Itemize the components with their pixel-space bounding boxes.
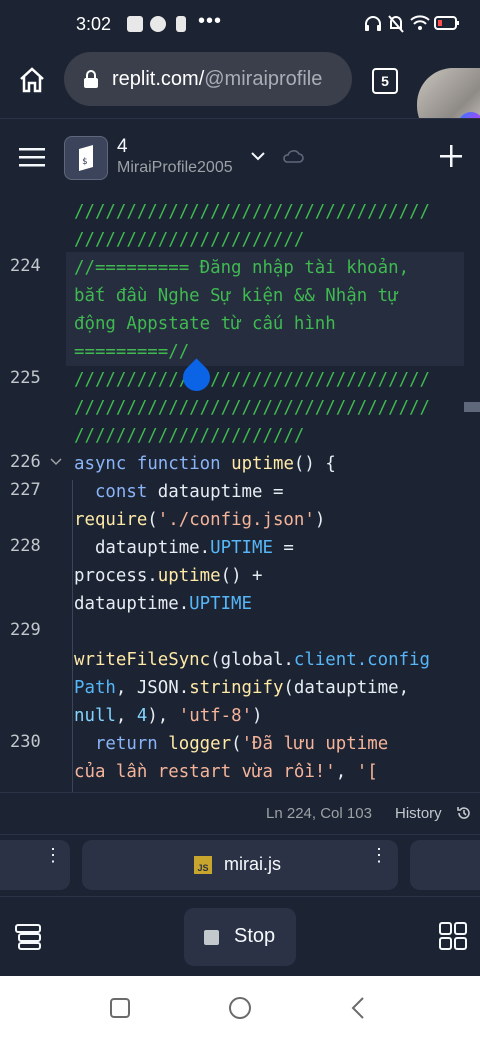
code-line: null, 4), 'utf-8'): [74, 706, 263, 726]
file-tab-label: mirai.js: [224, 854, 281, 874]
cloud-icon: [283, 150, 304, 163]
stop-icon: [204, 930, 219, 945]
editor-status-line: Ln 224, Col 103 History: [0, 792, 480, 835]
code-line: datauptime.UPTIME =: [94, 538, 294, 558]
messenger-notification-icon: [150, 16, 166, 32]
url-text[interactable]: replit.com/@miraiprofile: [112, 68, 344, 91]
line-number: 229: [10, 620, 41, 640]
code-line: process.uptime() +: [74, 566, 263, 586]
chevron-down-icon[interactable]: [251, 151, 265, 161]
code-line: //////////////////////////////////: [74, 398, 430, 418]
code-line: writeFileSync(global.client.config: [74, 650, 431, 670]
cursor-position: Ln 224, Col 103: [266, 805, 372, 822]
stop-button[interactable]: Stop: [184, 908, 296, 966]
repl-name[interactable]: 4: [117, 136, 128, 158]
tab-switcher-button[interactable]: 5: [372, 68, 398, 94]
home-nav-icon[interactable]: [228, 996, 252, 1020]
workspace-panes-icon[interactable]: [14, 923, 42, 951]
system-nav-bar: [0, 976, 480, 1040]
file-tab[interactable]: ⋮: [0, 840, 70, 890]
repl-owner[interactable]: MiraiProfile2005: [117, 159, 233, 177]
url-path: @miraiprofile: [204, 68, 323, 90]
tools-grid-icon[interactable]: [438, 921, 468, 951]
line-number: 228: [10, 536, 41, 556]
tab-menu-icon[interactable]: ⋮: [370, 846, 388, 864]
muted-bell-icon: [388, 15, 404, 33]
back-icon[interactable]: [350, 996, 366, 1020]
line-number: 227: [10, 480, 41, 500]
tab-count: 5: [381, 73, 389, 89]
code-line: //////////////////////////////////: [74, 202, 430, 222]
indent-guide: [72, 480, 73, 792]
svg-text:$: $: [82, 157, 87, 167]
wifi-icon: [410, 15, 430, 30]
history-icon[interactable]: [456, 805, 472, 821]
code-line: bắt đầu Nghe Sự kiện && Nhận tự: [74, 286, 399, 306]
code-line: datauptime.UPTIME: [74, 594, 252, 614]
editor-scrollbar[interactable]: [464, 402, 480, 412]
tab-menu-icon[interactable]: ⋮: [44, 846, 62, 864]
url-host: replit.com/: [112, 68, 205, 90]
battery-icon: [434, 16, 459, 30]
home-icon[interactable]: [18, 66, 46, 94]
fold-chevron-icon[interactable]: [50, 458, 62, 466]
code-editor[interactable]: ////////////////////////////////// /////…: [0, 196, 480, 792]
plus-icon[interactable]: [440, 145, 462, 167]
file-tab[interactable]: [410, 840, 480, 890]
code-line: //////////////////////: [74, 230, 305, 250]
code-line: //////////////////////////////////: [74, 370, 430, 390]
code-line: của lần restart vừa rồi!', '[: [74, 762, 378, 782]
stop-label: Stop: [234, 925, 276, 947]
lock-icon: [84, 70, 98, 88]
code-line: async function uptime() {: [74, 454, 336, 474]
line-number: 226: [10, 452, 41, 472]
media-notification-icon: [127, 16, 143, 32]
line-number: 224: [10, 256, 41, 276]
code-line: //========= Đăng nhập tài khoản,: [74, 258, 410, 278]
recents-icon[interactable]: [109, 997, 131, 1019]
code-line: return logger('Đã lưu uptime: [94, 734, 389, 754]
line-number: 225: [10, 368, 41, 388]
code-line: //////////////////////: [74, 426, 305, 446]
alert-notification-icon: [176, 16, 186, 32]
code-line: require('./config.json'): [74, 510, 326, 530]
code-line: const datauptime =: [94, 482, 284, 502]
file-tab-active[interactable]: JS mirai.js ⋮: [82, 840, 398, 890]
code-line: Path, JSON.stringify(datauptime,: [74, 678, 410, 698]
code-line: =========//: [74, 342, 190, 362]
more-notifications-icon: •••: [198, 10, 223, 32]
code-line: động Appstate từ cấu hình: [74, 314, 336, 334]
history-button[interactable]: History: [395, 805, 442, 822]
repl-language-icon[interactable]: $: [64, 136, 108, 180]
status-bar: 3:02 •••: [0, 0, 480, 48]
headphones-icon: [365, 16, 381, 31]
js-file-icon: JS: [194, 856, 212, 874]
clock: 3:02: [76, 14, 112, 34]
menu-icon[interactable]: [19, 147, 45, 167]
line-number: 230: [10, 732, 41, 752]
